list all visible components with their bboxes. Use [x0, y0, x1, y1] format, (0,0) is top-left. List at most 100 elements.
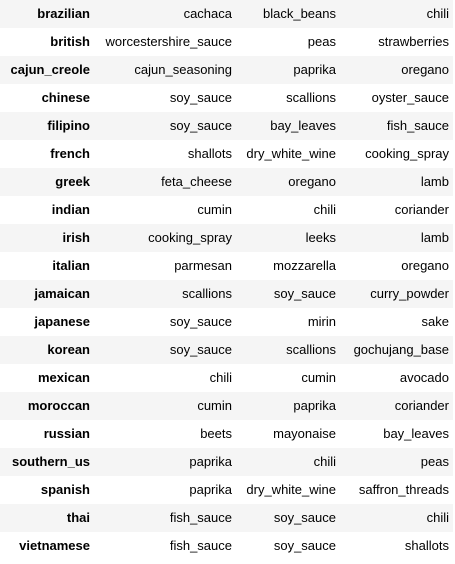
cell-ingredient-3: oyster_sauce [371, 90, 449, 105]
cell-ingredient-2: mayonaise [273, 426, 336, 441]
row-label-cuisine: southern_us [11, 454, 90, 469]
row-label-cuisine: spanish [40, 482, 90, 497]
cell-ingredient-3: cooking_spray [365, 146, 449, 161]
cell-ingredient-3: oregano [401, 258, 449, 273]
cell-ingredient-3: peas [420, 454, 449, 469]
table-row: korean soy_sauce scallions gochujang_base [0, 336, 453, 364]
cell-ingredient-1: shallots [187, 146, 232, 161]
cell-ingredient-2: oregano [288, 174, 336, 189]
table-row: mexican chili cumin avocado [0, 364, 453, 392]
cell-ingredient-3: fish_sauce [386, 118, 449, 133]
table-row: jamaican scallions soy_sauce curry_powder [0, 280, 453, 308]
cell-ingredient-2: leeks [305, 230, 336, 245]
cell-ingredient-3: lamb [420, 230, 449, 245]
cell-ingredient-1: soy_sauce [169, 118, 232, 133]
cell-ingredient-2: mozzarella [273, 258, 336, 273]
cell-ingredient-3: curry_powder [370, 286, 449, 301]
cell-ingredient-3: oregano [401, 62, 449, 77]
row-label-cuisine: cajun_creole [10, 62, 91, 77]
table-row: moroccan cumin paprika coriander [0, 392, 453, 420]
table-row: french shallots dry_white_wine cooking_spra… [0, 140, 453, 168]
table-row: filipino soy_sauce bay_leaves fish_sauce [0, 112, 453, 140]
cell-ingredient-1: scallions [182, 286, 232, 301]
row-label-cuisine: irish [62, 230, 90, 245]
row-label-cuisine: french [50, 146, 90, 161]
cell-ingredient-3: lamb [420, 174, 449, 189]
dataframe-view: brazilian cachaca black_beans chili british w… [0, 0, 455, 564]
cell-ingredient-2: soy_sauce [273, 510, 336, 525]
cell-ingredient-1: parmesan [174, 258, 232, 273]
cell-ingredient-2: soy_sauce [273, 538, 336, 553]
cell-ingredient-1: cachaca [183, 6, 232, 21]
cell-ingredient-1: soy_sauce [169, 90, 232, 105]
cell-ingredient-2: black_beans [263, 6, 336, 21]
cell-ingredient-2: paprika [293, 398, 336, 413]
table-row: indian cumin chili coriander [0, 196, 453, 224]
table-row: italian parmesan mozzarella oregano [0, 252, 453, 280]
cell-ingredient-2: chili [313, 454, 336, 469]
cell-ingredient-1: fish_sauce [169, 510, 232, 525]
table-row: vietnamese fish_sauce soy_sauce shallots [0, 532, 453, 560]
table-row: brazilian cachaca black_beans chili [0, 0, 453, 28]
cell-ingredient-2: cumin [301, 370, 336, 385]
cell-ingredient-3: shallots [404, 538, 449, 553]
table-body: brazilian cachaca black_beans chili british w… [0, 0, 453, 560]
cell-ingredient-2: mirin [307, 314, 336, 329]
cell-ingredient-1: worcestershire_sauce [105, 34, 232, 49]
table-row: greek feta_cheese oregano lamb [0, 168, 453, 196]
cell-ingredient-2: peas [307, 34, 336, 49]
cell-ingredient-3: bay_leaves [383, 426, 449, 441]
cell-ingredient-1: cooking_spray [148, 230, 232, 245]
row-label-cuisine: korean [47, 342, 90, 357]
table-row: irish cooking_spray leeks lamb [0, 224, 453, 252]
table-row: southern_us paprika chili peas [0, 448, 453, 476]
table-row: spanish paprika dry_white_wine saffron_thre… [0, 476, 453, 504]
table-row: thai fish_sauce soy_sauce chili [0, 504, 453, 532]
cell-ingredient-1: cajun_seasoning [134, 62, 232, 77]
cuisine-ingredients-table: brazilian cachaca black_beans chili british w… [0, 0, 453, 560]
row-label-cuisine: filipino [47, 118, 90, 133]
table-row: cajun_creole cajun_seasoning paprika oregan… [0, 56, 453, 84]
cell-ingredient-2: dry_white_wine [246, 482, 336, 497]
cell-ingredient-3: sake [421, 314, 449, 329]
row-label-cuisine: chinese [41, 90, 90, 105]
row-label-cuisine: brazilian [37, 6, 90, 21]
table-row: russian beets mayonaise bay_leaves [0, 420, 453, 448]
cell-ingredient-2: bay_leaves [270, 118, 336, 133]
cell-ingredient-1: cumin [197, 398, 232, 413]
table-row: japanese soy_sauce mirin sake [0, 308, 453, 336]
cell-ingredient-3: gochujang_base [353, 342, 449, 357]
cell-ingredient-1: chili [209, 370, 232, 385]
cell-ingredient-1: beets [200, 426, 232, 441]
cell-ingredient-2: scallions [286, 90, 336, 105]
cell-ingredient-1: feta_cheese [161, 174, 232, 189]
row-label-cuisine: thai [66, 510, 90, 525]
row-label-cuisine: mexican [37, 370, 90, 385]
row-label-cuisine: moroccan [27, 398, 90, 413]
cell-ingredient-3: saffron_threads [358, 482, 449, 497]
cell-ingredient-1: soy_sauce [169, 314, 232, 329]
row-label-cuisine: greek [55, 174, 90, 189]
row-label-cuisine: british [50, 34, 90, 49]
cell-ingredient-2: dry_white_wine [246, 146, 336, 161]
cell-ingredient-3: chili [426, 510, 449, 525]
cell-ingredient-1: soy_sauce [169, 342, 232, 357]
cell-ingredient-1: paprika [189, 482, 232, 497]
cell-ingredient-1: fish_sauce [169, 538, 232, 553]
row-label-cuisine: indian [51, 202, 90, 217]
cell-ingredient-3: chili [426, 6, 449, 21]
cell-ingredient-3: avocado [399, 370, 449, 385]
table-row: british worcestershire_sauce peas strawberr… [0, 28, 453, 56]
cell-ingredient-2: chili [313, 202, 336, 217]
cell-ingredient-2: soy_sauce [273, 286, 336, 301]
row-label-cuisine: jamaican [34, 286, 90, 301]
table-row: chinese soy_sauce scallions oyster_sauce [0, 84, 453, 112]
cell-ingredient-3: strawberries [378, 34, 449, 49]
row-label-cuisine: italian [52, 258, 90, 273]
cell-ingredient-3: coriander [394, 202, 449, 217]
row-label-cuisine: russian [43, 426, 90, 441]
cell-ingredient-1: paprika [189, 454, 232, 469]
row-label-cuisine: vietnamese [19, 538, 90, 553]
cell-ingredient-3: coriander [394, 398, 449, 413]
cell-ingredient-2: paprika [293, 62, 336, 77]
